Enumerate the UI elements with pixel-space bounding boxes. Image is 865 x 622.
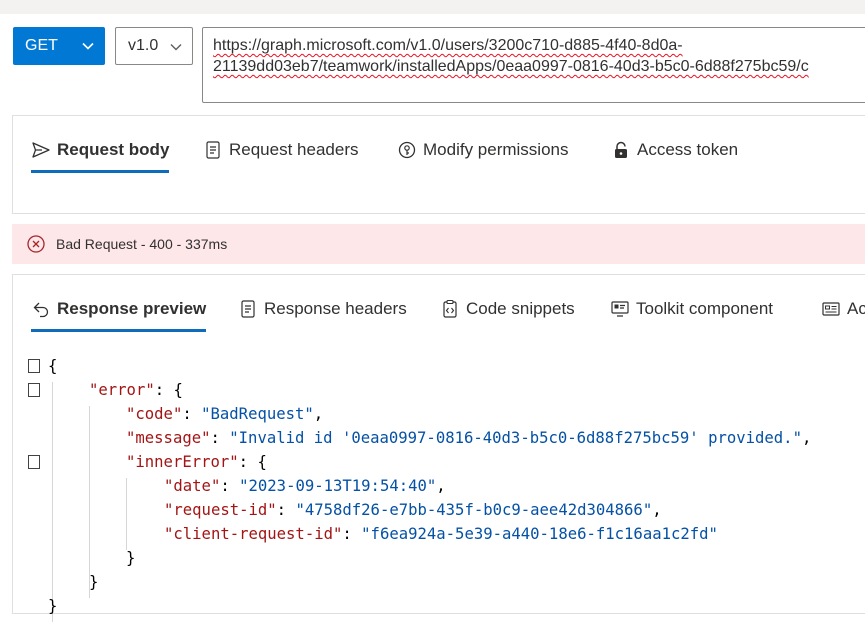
json-line: {	[48, 357, 58, 375]
http-method-label: GET	[25, 37, 58, 54]
send-icon	[31, 140, 51, 160]
tab-adaptive-cards[interactable]: Ac	[821, 299, 865, 319]
tab-label: Response headers	[264, 299, 407, 318]
tab-request-body[interactable]: Request body	[31, 140, 170, 173]
api-version-dropdown[interactable]: v1.0	[115, 27, 193, 65]
status-text: Bad Request - 400 - 337ms	[56, 236, 228, 252]
fold-toggle[interactable]	[28, 359, 40, 373]
tab-label: Code snippets	[466, 299, 575, 318]
json-line: "message": "Invalid id '0eaa0997-0816-40…	[126, 429, 812, 447]
tab-label: Request headers	[229, 140, 359, 159]
tab-response-preview[interactable]: Response preview	[31, 299, 207, 332]
document-icon	[203, 140, 223, 160]
http-method-dropdown[interactable]: GET	[13, 27, 105, 65]
card-icon	[821, 299, 841, 319]
request-url-line-1: https://graph.microsoft.com/v1.0/users/3…	[213, 37, 683, 54]
chevron-down-icon	[81, 39, 95, 58]
shield-key-icon	[397, 140, 417, 160]
tab-label: Request body	[57, 140, 170, 159]
document-icon	[238, 299, 258, 319]
undo-arrow-icon	[31, 299, 51, 319]
request-url-input[interactable]: https://graph.microsoft.com/v1.0/users/3…	[202, 27, 865, 103]
json-line: }	[126, 549, 136, 567]
json-line: "client-request-id": "f6ea924a-5e39-a440…	[164, 525, 718, 543]
json-line: "date": "2023-09-13T19:54:40",	[164, 477, 446, 495]
tab-code-snippets[interactable]: Code snippets	[440, 299, 575, 319]
request-panel: Request body Request headers Modify perm…	[12, 115, 865, 214]
json-line: "error": {	[89, 381, 183, 399]
json-line: "request-id": "4758df26-e7bb-435f-b0c9-a…	[164, 501, 662, 519]
tab-access-token[interactable]: Access token	[611, 140, 738, 160]
indent-guide	[126, 478, 127, 550]
json-line: "innerError": {	[126, 453, 267, 471]
json-line: "code": "BadRequest",	[126, 405, 324, 423]
tab-label: Response preview	[57, 299, 207, 318]
api-version-label: v1.0	[128, 37, 159, 54]
chevron-down-icon	[169, 40, 183, 59]
tab-modify-permissions[interactable]: Modify permissions	[397, 140, 569, 160]
response-status-bar: Bad Request - 400 - 337ms	[12, 224, 865, 264]
tab-label: Ac	[847, 299, 865, 318]
tab-request-headers[interactable]: Request headers	[203, 140, 358, 160]
clipboard-code-icon	[440, 299, 460, 319]
tab-toolkit-component[interactable]: Toolkit component	[610, 299, 773, 319]
lock-icon	[611, 140, 631, 160]
indent-guide	[52, 382, 53, 622]
toolkit-icon	[610, 299, 630, 319]
json-line: }	[89, 573, 99, 591]
tab-response-headers[interactable]: Response headers	[238, 299, 407, 319]
top-strip	[0, 0, 865, 14]
tab-label: Access token	[637, 140, 739, 159]
json-line: }	[48, 597, 58, 615]
fold-toggle[interactable]	[28, 455, 40, 469]
error-circle-icon	[26, 234, 46, 254]
request-url-line-2: 21139dd03eb7/teamwork/installedApps/0eaa…	[213, 58, 809, 75]
tab-label: Modify permissions	[423, 140, 569, 159]
tab-label: Toolkit component	[636, 299, 774, 318]
fold-toggle[interactable]	[28, 383, 40, 397]
